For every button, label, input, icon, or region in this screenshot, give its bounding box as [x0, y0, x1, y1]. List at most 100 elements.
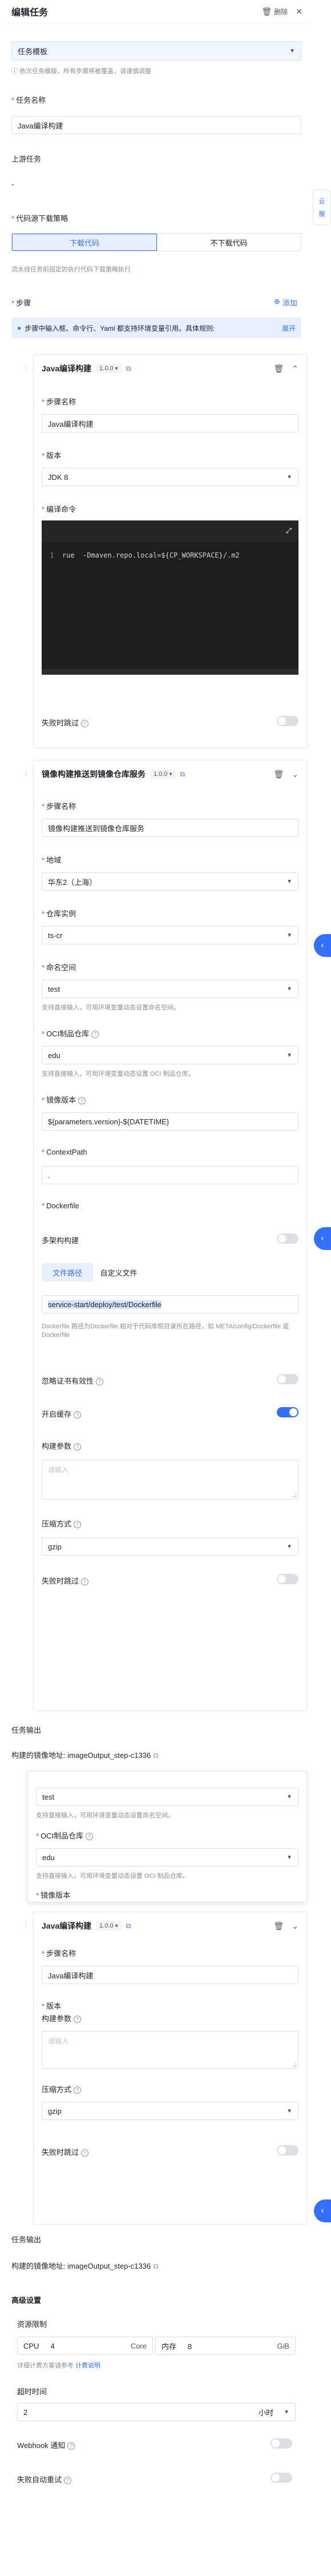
fullscreen-icon[interactable]: ⤢ [286, 527, 292, 535]
cache-toggle[interactable] [277, 1407, 298, 1417]
region-select[interactable]: 华东2（上海） ▼ [42, 872, 298, 891]
webhook-toggle[interactable] [271, 2438, 292, 2449]
help-icon: ? [74, 1521, 82, 1529]
namespace-select[interactable]: test ▼ [42, 980, 298, 998]
context-path-label: * ContextPath [42, 1148, 87, 1156]
dockerfile-label: * Dockerfile [42, 1201, 79, 1210]
fail-skip-label: 失败时跳过? [42, 2146, 89, 2157]
instance-select[interactable]: ts-cr ▼ [42, 926, 298, 944]
task-output-label: 任务输出 [11, 2236, 42, 2244]
help-icon: ? [96, 1378, 104, 1386]
step-name-label: * 步骤名称 [42, 1949, 76, 1958]
jdk-select[interactable]: JDK 8 ▼ [42, 468, 298, 486]
timeout-input[interactable]: 2 小时 ▼ [17, 2403, 296, 2421]
page-title: 编辑任务 [11, 8, 49, 18]
external-link-icon[interactable]: ⧉ [126, 364, 131, 373]
option-skip-code[interactable]: 不下载代码 [157, 234, 301, 251]
help-icon: ? [91, 1031, 99, 1039]
trash-icon[interactable]: 🗑 [273, 364, 284, 374]
chevron-down-icon[interactable]: ⌄ [292, 1921, 298, 1931]
namespace-label: * 命名空间 [42, 963, 76, 972]
namespace-select[interactable]: test ▼ [36, 1788, 298, 1806]
step-title: Java编译构建 [42, 1921, 92, 1930]
multi-arch-toggle[interactable] [277, 1233, 298, 1244]
copy-icon[interactable]: ⧉ [153, 1751, 158, 1760]
image-tag-input[interactable]: ${parameters.version}-${DATETIME} [42, 1112, 298, 1131]
build-args-label: 构建参数? [42, 1440, 82, 1451]
close-icon[interactable]: ✕ [296, 7, 302, 17]
oci-repo-select[interactable]: edu ▼ [42, 1046, 298, 1064]
task-output-label: 任务输出 [11, 1726, 42, 1734]
panel-header: 编辑任务 🗑 删除 ✕ [6, 0, 308, 23]
billing-link[interactable]: 计费说明 [75, 2362, 100, 2369]
step-name-label: * 步骤名称 [42, 398, 76, 406]
image-tag-label: * 镜像版本? [42, 1094, 86, 1105]
auto-retry-toggle[interactable] [271, 2473, 292, 2483]
chevron-down-icon[interactable]: ⌄ [292, 770, 298, 779]
side-collapse-button[interactable]: ‹ [314, 934, 331, 957]
step-name-input[interactable]: Java编译构建 [42, 1966, 298, 1984]
version-badge: 1.0.0 ▾ [150, 770, 176, 779]
trash-icon[interactable]: 🗑 [273, 1921, 284, 1931]
chevron-down-icon: ▼ [284, 2409, 289, 2415]
compress-label: 压缩方式? [42, 1518, 82, 1529]
image-tag-label: * 镜像版本 [36, 1891, 71, 1900]
step-title: Java编译构建 [42, 364, 92, 373]
external-link-icon[interactable]: ⧉ [180, 770, 185, 779]
step-name-input[interactable]: Java编译构建 [42, 414, 298, 432]
side-help-widget[interactable]: 云 服 [313, 190, 331, 225]
fail-skip-toggle[interactable] [277, 716, 298, 726]
fail-skip-toggle[interactable] [277, 2145, 298, 2156]
auto-retry-label: 失败自动重试? [17, 2474, 72, 2485]
task-name-input[interactable]: Java编译构建 [11, 116, 301, 134]
edit-task-panel: 编辑任务 🗑 删除 ✕ 任务模板 ▼ ⓘ 依次任务模版，所有步骤将被覆盖，请谨慎… [6, 0, 308, 2576]
code-source-hint: 流水线任务前固定的执行代码下载策略执行 [11, 266, 131, 273]
compress-select[interactable]: gzip ▼ [42, 1537, 298, 1556]
step-card-image-push: 镜像构建推送到镜像仓库服务 1.0.0 ▾ ⧉ 🗑 ⌄ * 步骤名称 镜像构建推送到… [33, 760, 307, 1711]
ignore-cert-toggle[interactable] [277, 1374, 298, 1384]
tab-file-path[interactable]: 文件路径 [42, 1263, 93, 1281]
delete-button[interactable]: 🗑 删除 [261, 7, 288, 17]
help-icon: ? [78, 1097, 86, 1105]
namespace-hint: 支持直接输入，可用环境变量动态设置命名空间。 [42, 1004, 180, 1011]
side-collapse-button[interactable]: ‹ [314, 2200, 331, 2222]
step-card-java-build: Java编译构建 1.0.0 ▾ ⧉ 🗑 ⌃ * 步骤名称 Java编译构建 * 版本… [33, 354, 307, 748]
floating-step-preview: test ▼ 支持直接输入，可用环境变量动态设置命名空间。 * OCI制品仓库? e… [27, 1771, 307, 1902]
billing-hint: 详细计费方案请参考 计费说明 [17, 2362, 101, 2369]
task-template-select[interactable]: 任务模板 ▼ [11, 41, 301, 61]
compress-select[interactable]: gzip ▼ [42, 2102, 298, 2120]
option-download-code[interactable]: 下载代码 [12, 234, 157, 251]
step-name-input[interactable]: 镜像构建推送到镜像仓库服务 [42, 819, 298, 837]
step-name-label: * 步骤名称 [42, 802, 76, 811]
instance-label: * 仓库实例 [42, 910, 76, 918]
oci-repo-select[interactable]: edu ▼ [36, 1848, 298, 1866]
upstream-value: - [11, 180, 14, 189]
copy-icon[interactable]: ⧉ [153, 2262, 158, 2270]
version-label: * 版本 [42, 2002, 62, 2010]
context-path-input[interactable]: . [42, 1166, 298, 1184]
build-args-textarea[interactable]: 请输入 [42, 1460, 298, 1500]
region-label: * 地域 [42, 856, 62, 864]
memory-input[interactable]: 内存 8 GiB [155, 2337, 296, 2355]
expand-link[interactable]: 展开 [282, 323, 296, 333]
build-command-editor[interactable]: ⤢ 1 rue -Dmaven.repo.local=${CP_WORKSPAC… [42, 520, 298, 675]
side-collapse-button[interactable]: ‹ [314, 1227, 331, 1250]
help-icon: ? [74, 1443, 82, 1451]
step-title: 镜像构建推送到镜像仓库服务 [42, 770, 146, 779]
tab-custom-file[interactable]: 自定义文件 [93, 1263, 144, 1281]
chevron-up-icon[interactable]: ⌃ [292, 364, 298, 374]
plus-icon: ⊕ [274, 297, 280, 306]
trash-icon[interactable]: 🗑 [273, 770, 284, 779]
oci-repo-hint: 支持直接输入，可用环境变量动态设置 OCI 制品仓库。 [42, 1071, 195, 1077]
dockerfile-path-input[interactable]: service-start/deploy/test/Dockerfile [42, 1295, 298, 1313]
info-icon: ● [17, 324, 22, 332]
dockerfile-hint: Dockerfile 路径为Dockerfile 相对于代码库根目录所在路径，如… [42, 1323, 289, 1339]
code-source-segmented: 下载代码 不下载代码 [11, 233, 301, 251]
add-step-button[interactable]: ⊕ 添加 [274, 297, 297, 308]
fail-skip-toggle[interactable] [277, 1574, 298, 1584]
cpu-input[interactable]: CPU 4 Core [17, 2337, 153, 2355]
external-link-icon[interactable]: ⧉ [126, 1922, 131, 1930]
build-args-textarea[interactable]: 请输入 [42, 2031, 298, 2069]
fail-skip-label: 失败时跳过? [42, 1575, 89, 1586]
multi-arch-label: 多架构构建 [42, 1236, 79, 1245]
